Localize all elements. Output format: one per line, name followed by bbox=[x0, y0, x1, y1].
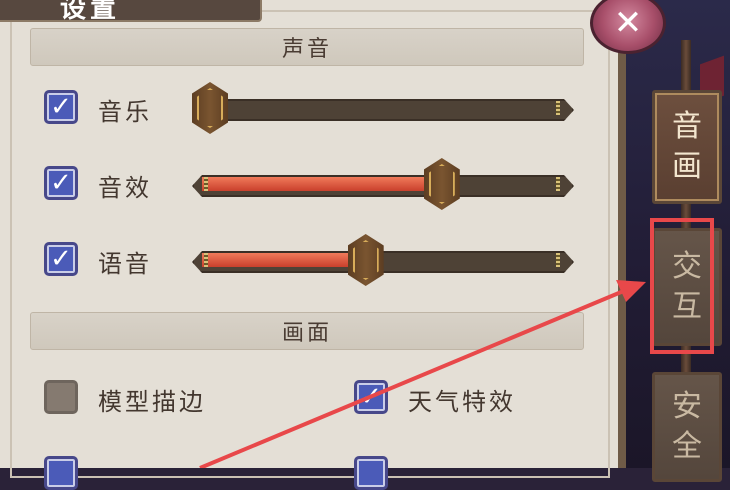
annotation-arrow-line bbox=[199, 288, 627, 468]
annotation-arrow bbox=[199, 280, 646, 468]
